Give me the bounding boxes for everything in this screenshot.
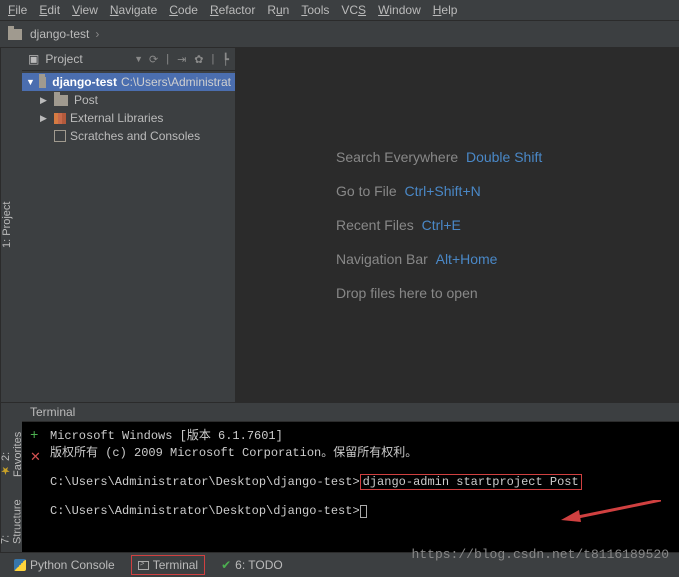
tab-label: Terminal	[153, 558, 198, 572]
tab-favorites[interactable]: ★ 2: Favorites	[0, 411, 24, 477]
tree-item-post[interactable]: ▶ Post	[22, 91, 235, 109]
sidebar-title[interactable]: Project	[45, 52, 128, 66]
term-line: Microsoft Windows [版本 6.1.7601]	[50, 426, 671, 443]
menu-run[interactable]: Run	[267, 3, 289, 17]
project-view-icon: ▣	[28, 52, 39, 66]
menu-edit[interactable]: Edit	[39, 3, 60, 17]
tip-nav-bar: Navigation Bar Alt+Home	[336, 251, 679, 267]
terminal-icon	[138, 561, 149, 570]
tip-shortcut: Ctrl+Shift+N	[404, 183, 480, 199]
tip-shortcut: Double Shift	[466, 149, 542, 165]
folder-icon	[8, 29, 22, 40]
highlighted-command: django-admin startproject Post	[360, 474, 582, 490]
tip-label: Navigation Bar	[336, 251, 428, 267]
terminal-body[interactable]: + ✕ Microsoft Windows [版本 6.1.7601] 版权所有…	[22, 422, 679, 552]
tree-root-path: C:\Users\Administrat	[121, 75, 231, 89]
tip-label: Recent Files	[336, 217, 414, 233]
breadcrumb: django-test ›	[0, 21, 679, 48]
divider: |	[166, 53, 169, 66]
folder-icon	[39, 77, 46, 88]
tree-item-scratches[interactable]: Scratches and Consoles	[22, 127, 235, 145]
sidebar-header: ▣ Project ▼ ⟳ | ⇥ ✿ | ┡	[22, 48, 235, 71]
term-prompt: C:\Users\Administrator\Desktop\django-te…	[50, 475, 360, 489]
tip-label: Go to File	[336, 183, 397, 199]
tip-label: Drop files here to open	[336, 285, 478, 301]
term-prompt: C:\Users\Administrator\Desktop\django-te…	[50, 504, 360, 518]
tab-structure[interactable]: 7: Structure	[0, 493, 24, 544]
todo-icon: ✔	[221, 558, 231, 572]
tree-root[interactable]: ▼ django-test C:\Users\Administrat	[22, 73, 235, 91]
tip-shortcut: Ctrl+E	[422, 217, 461, 233]
term-line-cursor: C:\Users\Administrator\Desktop\django-te…	[50, 504, 671, 518]
bottom-tool-bar: Python Console Terminal ✔ 6: TODO	[0, 552, 679, 577]
menu-code[interactable]: Code	[169, 3, 198, 17]
menu-bar: File Edit View Navigate Code Refactor Ru…	[0, 0, 679, 21]
terminal-side-actions: + ✕	[30, 426, 50, 548]
left-tool-strip-lower: 7: Structure ★ 2: Favorites	[0, 403, 22, 552]
dropdown-icon[interactable]: ▼	[134, 54, 143, 64]
tab-label: Python Console	[30, 558, 115, 572]
gear-icon[interactable]: ✿	[194, 53, 203, 66]
tree-item-label: Post	[74, 93, 98, 107]
new-session-icon[interactable]: +	[30, 428, 50, 444]
editor-empty-state: Search Everywhere Double Shift Go to Fil…	[236, 48, 679, 402]
hide-icon[interactable]: ┡	[222, 53, 229, 66]
menu-vcs[interactable]: VCS	[341, 3, 366, 17]
terminal-title[interactable]: Terminal	[22, 403, 679, 422]
tip-label: Search Everywhere	[336, 149, 458, 165]
folder-icon	[54, 95, 68, 106]
tab-todo[interactable]: ✔ 6: TODO	[215, 556, 289, 574]
terminal-panel: 7: Structure ★ 2: Favorites Terminal + ✕…	[0, 402, 679, 552]
menu-view[interactable]: View	[72, 3, 98, 17]
sync-icon[interactable]: ⟳	[149, 53, 158, 66]
chevron-right-icon: ›	[95, 27, 99, 41]
breadcrumb-project[interactable]: django-test	[30, 27, 89, 41]
project-sidebar: ▣ Project ▼ ⟳ | ⇥ ✿ | ┡ ▼ django-test C:…	[22, 48, 236, 402]
collapse-icon[interactable]: ⇥	[177, 53, 186, 66]
tree-root-name: django-test	[52, 75, 117, 89]
left-tool-strip: 1: Project	[0, 48, 22, 402]
expander-icon[interactable]: ▶	[40, 113, 50, 124]
library-icon	[54, 113, 66, 124]
scratch-icon	[54, 130, 66, 142]
term-line: 版权所有 (c) 2009 Microsoft Corporation。保留所有…	[50, 443, 671, 460]
tip-goto-file: Go to File Ctrl+Shift+N	[336, 183, 679, 199]
menu-file[interactable]: File	[8, 3, 27, 17]
tip-shortcut: Alt+Home	[436, 251, 498, 267]
tab-label: 6: TODO	[235, 558, 283, 572]
menu-help[interactable]: Help	[433, 3, 458, 17]
terminal-output: Microsoft Windows [版本 6.1.7601] 版权所有 (c)…	[50, 426, 671, 548]
tip-drop-files: Drop files here to open	[336, 285, 679, 301]
cursor	[360, 505, 367, 518]
tip-recent-files: Recent Files Ctrl+E	[336, 217, 679, 233]
menu-navigate[interactable]: Navigate	[110, 3, 157, 17]
expander-icon[interactable]: ▶	[40, 95, 50, 106]
project-tree: ▼ django-test C:\Users\Administrat ▶ Pos…	[22, 71, 235, 147]
tree-item-external-libs[interactable]: ▶ External Libraries	[22, 109, 235, 127]
tab-python-console[interactable]: Python Console	[8, 556, 121, 574]
tree-item-label: External Libraries	[70, 111, 163, 125]
tip-search-everywhere: Search Everywhere Double Shift	[336, 149, 679, 165]
tree-item-label: Scratches and Consoles	[70, 129, 200, 143]
divider: |	[212, 53, 215, 66]
tab-project[interactable]: 1: Project	[1, 202, 13, 248]
expander-icon[interactable]: ▼	[26, 77, 35, 87]
close-session-icon[interactable]: ✕	[30, 450, 50, 465]
python-icon	[14, 559, 26, 571]
menu-refactor[interactable]: Refactor	[210, 3, 255, 17]
menu-window[interactable]: Window	[378, 3, 421, 17]
menu-tools[interactable]: Tools	[301, 3, 329, 17]
tab-terminal[interactable]: Terminal	[131, 555, 205, 575]
term-line-cmd: C:\Users\Administrator\Desktop\django-te…	[50, 474, 671, 490]
